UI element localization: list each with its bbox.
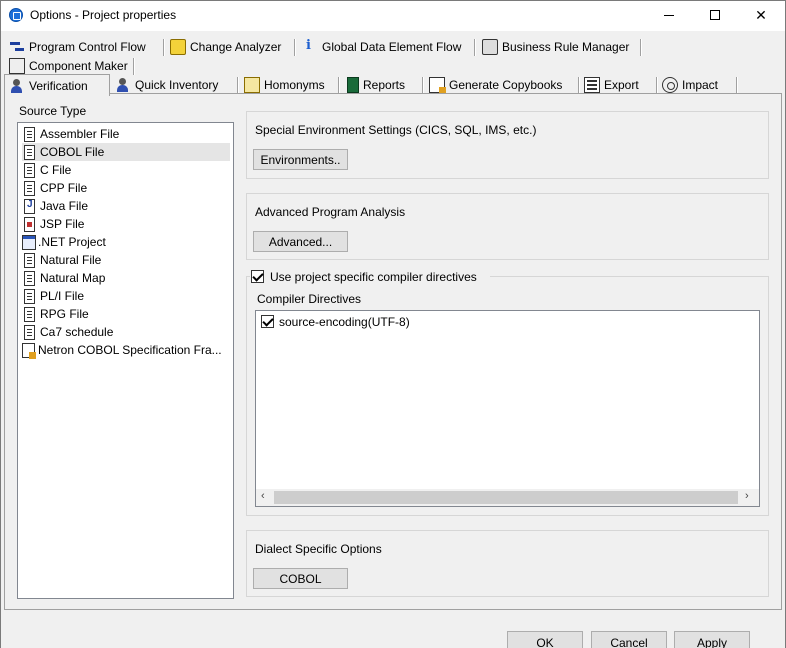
net-project-icon — [22, 234, 36, 250]
file-icon — [24, 180, 35, 196]
generate-icon — [429, 76, 446, 94]
tab-program-control-flow[interactable]: Program Control Flow — [5, 37, 165, 56]
export-icon — [584, 76, 600, 93]
file-icon — [24, 126, 35, 142]
source-type-label: Source Type — [19, 104, 87, 118]
list-item[interactable]: JSP File — [22, 215, 230, 233]
list-item[interactable]: COBOL File — [22, 143, 230, 161]
ok-button[interactable]: OK — [507, 631, 583, 648]
special-environment-label: Special Environment Settings (CICS, SQL,… — [255, 123, 537, 137]
scrollbar-thumb[interactable] — [274, 491, 738, 504]
list-item[interactable]: PL/I File — [22, 287, 230, 305]
file-icon — [24, 288, 35, 304]
tab-label: Reports — [363, 77, 406, 92]
use-project-directives-checkbox[interactable] — [251, 270, 264, 283]
file-icon — [24, 270, 35, 286]
maximize-icon — [710, 10, 720, 20]
tab-global-data-element-flow[interactable]: Global Data Element Flow — [298, 37, 476, 56]
maximize-button[interactable] — [692, 0, 738, 30]
list-item[interactable]: Assembler File — [22, 125, 230, 143]
minimize-icon — [664, 14, 674, 16]
info-icon — [302, 38, 318, 55]
list-item[interactable]: RPG File — [22, 305, 230, 323]
file-icon — [24, 324, 35, 340]
tab-label: Change Analyzer — [190, 39, 282, 54]
apply-button[interactable]: Apply — [674, 631, 750, 648]
tab-label: Global Data Element Flow — [322, 39, 462, 54]
tab-change-analyzer[interactable]: Change Analyzer — [166, 37, 296, 56]
tab-verification[interactable]: Verification — [4, 74, 110, 96]
tab-label: Export — [604, 77, 639, 92]
source-type-list[interactable]: Assembler File COBOL File C File CPP Fil… — [17, 122, 234, 599]
homonyms-icon — [244, 76, 260, 93]
scroll-right-icon[interactable]: › — [745, 490, 749, 502]
directive-text: source-encoding(UTF-8) — [279, 315, 410, 329]
use-project-directives-label: Use project specific compiler directives — [270, 270, 477, 284]
compiler-directives-list[interactable] — [255, 310, 760, 507]
tab-label: Quick Inventory — [135, 77, 219, 92]
app-icon — [9, 8, 23, 22]
file-icon — [24, 252, 35, 268]
component-icon — [9, 57, 25, 74]
user-icon — [9, 78, 25, 94]
tab-generate-copybooks[interactable]: Generate Copybooks — [425, 75, 580, 94]
tab-business-rule-manager[interactable]: Business Rule Manager — [478, 37, 642, 56]
list-item[interactable]: CPP File — [22, 179, 230, 197]
impact-icon — [662, 76, 678, 93]
flow-icon — [9, 39, 25, 55]
dialect-options-label: Dialect Specific Options — [255, 542, 382, 556]
close-icon: ✕ — [755, 6, 767, 23]
list-item[interactable]: C File — [22, 161, 230, 179]
tab-label: Business Rule Manager — [502, 39, 630, 54]
list-item[interactable]: Netron COBOL Specification Fra... — [22, 341, 230, 359]
advanced-analysis-label: Advanced Program Analysis — [255, 205, 406, 219]
directive-checkbox[interactable] — [261, 315, 274, 328]
list-item[interactable]: Natural File — [22, 251, 230, 269]
tab-impact[interactable]: Impact — [658, 75, 738, 94]
tab-label: Program Control Flow — [29, 39, 146, 54]
compiler-directives-label: Compiler Directives — [257, 292, 362, 306]
briefcase-icon — [482, 38, 498, 55]
list-item[interactable]: .NET Project — [22, 233, 230, 251]
file-icon — [24, 306, 35, 322]
scroll-left-icon[interactable]: ‹ — [261, 490, 265, 502]
close-button[interactable]: ✕ — [738, 0, 784, 30]
file-icon — [24, 162, 35, 178]
list-item[interactable]: Natural Map — [22, 269, 230, 287]
tab-export[interactable]: Export — [580, 75, 658, 94]
java-file-icon — [24, 198, 35, 214]
tab-label: Homonyms — [264, 77, 325, 92]
list-item[interactable]: Java File — [22, 197, 230, 215]
tab-label: Component Maker — [29, 58, 128, 73]
report-icon — [347, 76, 359, 93]
tab-component-maker[interactable]: Component Maker — [5, 56, 135, 75]
jsp-file-icon — [24, 216, 35, 232]
file-icon — [24, 144, 35, 160]
cobol-dialect-button[interactable]: COBOL — [253, 568, 348, 589]
advanced-button[interactable]: Advanced... — [253, 231, 348, 252]
tab-quick-inventory[interactable]: Quick Inventory — [111, 75, 239, 94]
tab-homonyms[interactable]: Homonyms — [240, 75, 340, 94]
tab-reports[interactable]: Reports — [341, 75, 424, 94]
cancel-button[interactable]: Cancel — [591, 631, 667, 648]
tab-label: Impact — [682, 77, 719, 92]
list-item[interactable]: Ca7 schedule — [22, 323, 230, 341]
change-analyzer-icon — [170, 38, 186, 55]
user-icon — [115, 77, 131, 93]
window-title: Options - Project properties — [30, 8, 177, 22]
netron-file-icon — [22, 342, 36, 359]
minimize-button[interactable] — [646, 0, 692, 30]
tab-label: Verification — [29, 78, 88, 93]
tab-label: Generate Copybooks — [449, 77, 563, 92]
environments-button[interactable]: Environments.. — [253, 149, 348, 170]
